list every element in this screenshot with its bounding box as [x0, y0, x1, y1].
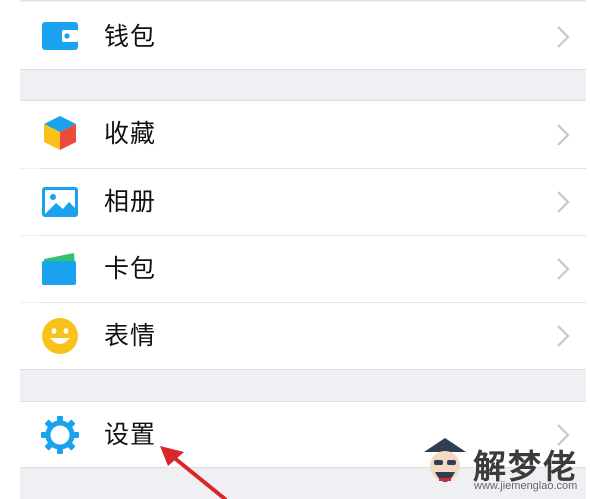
watermark-url: www.jiemenglao.com — [474, 480, 578, 492]
chevron-right-icon — [557, 191, 570, 213]
red-arrow-annotation — [160, 446, 227, 499]
menu-item-album[interactable]: 相册 — [20, 169, 586, 235]
menu-item-label: 表情 — [104, 322, 157, 350]
favorites-cube-icon — [44, 116, 76, 150]
top-divider — [20, 0, 586, 1]
menu-item-label: 相册 — [104, 188, 157, 216]
wallet-icon — [42, 22, 78, 50]
chevron-right-icon — [557, 26, 570, 48]
me-menu-page: 钱包 收藏 相册 卡包 表情 设置 — [20, 0, 586, 499]
menu-item-label: 卡包 — [104, 255, 157, 283]
watermark-logo: 解梦佬 www.jiemenglao.com — [418, 434, 588, 496]
menu-item-card-pack[interactable]: 卡包 — [20, 236, 586, 302]
chevron-right-icon — [557, 258, 570, 280]
settings-gear-icon — [41, 416, 79, 454]
group-divider — [20, 369, 586, 370]
chevron-right-icon — [557, 124, 570, 146]
menu-item-label: 设置 — [104, 421, 157, 449]
group-divider — [20, 69, 586, 70]
menu-item-label: 收藏 — [104, 120, 157, 148]
album-icon — [42, 187, 78, 217]
watermark-mascot-icon — [424, 438, 466, 482]
card-pack-icon — [42, 253, 76, 285]
menu-item-favorites[interactable]: 收藏 — [20, 101, 586, 168]
sticker-smiley-icon — [42, 318, 78, 354]
menu-item-wallet[interactable]: 钱包 — [20, 2, 586, 69]
menu-item-label: 钱包 — [104, 23, 157, 51]
menu-item-sticker[interactable]: 表情 — [20, 303, 586, 369]
chevron-right-icon — [557, 325, 570, 347]
